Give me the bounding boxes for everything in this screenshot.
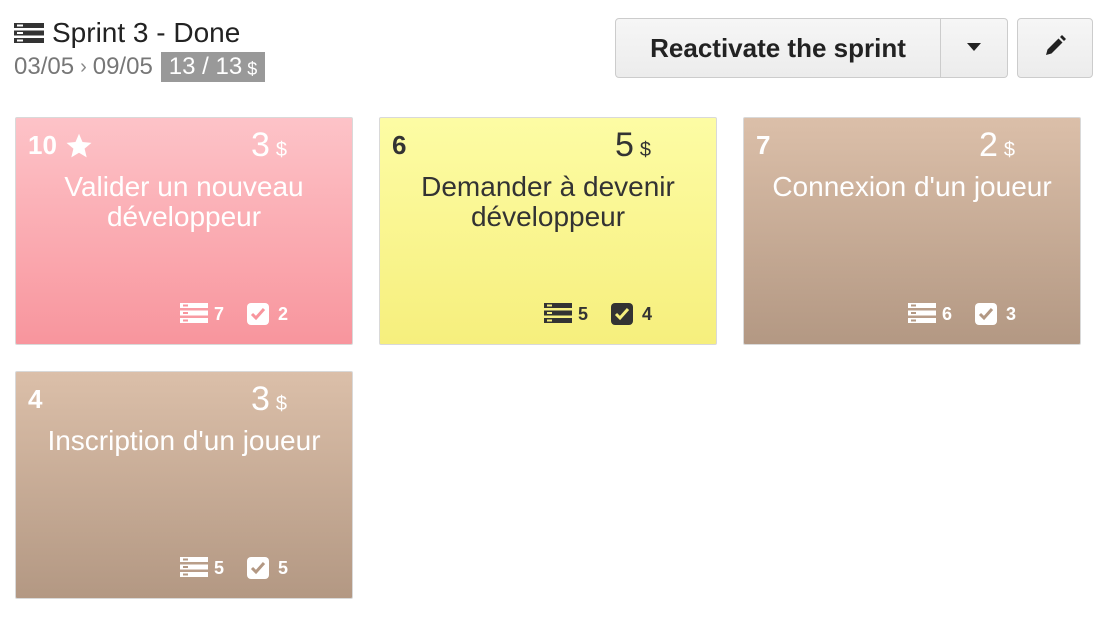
checkbox-icon	[610, 302, 634, 326]
story-points-currency: $	[639, 139, 652, 161]
story-points-currency: $	[275, 139, 288, 161]
checkbox-icon	[246, 302, 270, 326]
story-title: Inscription d'un joueur	[47, 425, 321, 456]
story-points-value: 5	[615, 126, 634, 164]
story-id-value: 7	[756, 130, 771, 160]
sprint-title: Sprint 3 - Done	[52, 17, 241, 48]
story-criteria-count: 3	[1006, 303, 1017, 324]
caret-down-icon	[966, 39, 982, 57]
sprint-end-date: 09/05	[92, 53, 153, 80]
story-criteria-count: 2	[278, 303, 289, 324]
story-id: 7	[756, 130, 770, 161]
story-id-value: 10	[28, 130, 57, 160]
story-points: 3 $	[251, 126, 287, 165]
story-title: Demander à devenir développeur	[421, 171, 675, 232]
story-footer: 5 5	[180, 556, 288, 580]
story-footer: 5 4	[544, 302, 652, 326]
sprint-title-row: Sprint 3 - Done	[14, 14, 265, 52]
list-icon	[544, 302, 572, 326]
sprint-budget: 13 / 13	[168, 53, 243, 80]
story-id: 10	[28, 130, 93, 161]
checkbox-icon	[246, 556, 270, 580]
sprint-budget-currency: $	[247, 59, 258, 79]
checkbox-icon	[974, 302, 998, 326]
story-points: 3 $	[251, 380, 287, 419]
story-card[interactable]: 10 3 $ Valider un nouveau développeur 7 …	[15, 117, 353, 345]
story-card[interactable]: 4 3 $ Inscription d'un joueur 5 5	[15, 371, 353, 599]
story-points: 5 $	[615, 126, 651, 165]
story-points: 2 $	[979, 126, 1015, 165]
story-card[interactable]: 7 2 $ Connexion d'un joueur 6 3	[743, 117, 1081, 345]
edit-sprint-button[interactable]	[1017, 18, 1093, 78]
sprint-actions: Reactivate the sprint	[615, 18, 1008, 78]
sprint-start-date: 03/05	[14, 53, 75, 80]
story-footer: 7 2	[180, 302, 288, 326]
story-id-value: 6	[392, 130, 407, 160]
sprint-budget-badge: 13 / 13 $	[160, 52, 266, 82]
chevron-right-icon: ›	[80, 55, 87, 78]
story-title: Connexion d'un joueur	[772, 171, 1052, 202]
pencil-icon	[1043, 34, 1067, 63]
story-criteria-count: 4	[642, 303, 653, 324]
story-title: Valider un nouveau développeur	[64, 171, 304, 232]
story-points-currency: $	[1003, 139, 1016, 161]
story-id: 6	[392, 130, 406, 161]
story-points-value: 3	[251, 380, 270, 418]
story-card[interactable]: 6 5 $ Demander à devenir développeur 5 4	[379, 117, 717, 345]
story-task-count: 5	[214, 557, 225, 578]
sprint-actions-dropdown-button[interactable]	[941, 18, 1008, 78]
story-points-value: 2	[979, 126, 998, 164]
story-points-value: 3	[251, 126, 270, 164]
story-footer: 6 3	[908, 302, 1016, 326]
story-id-value: 4	[28, 384, 43, 414]
story-points-currency: $	[275, 393, 288, 415]
story-id: 4	[28, 384, 42, 415]
list-icon	[14, 22, 44, 44]
list-icon	[908, 302, 936, 326]
sprint-dates: 03/05 › 09/05 13 / 13 $	[14, 52, 266, 82]
story-task-count: 6	[942, 303, 953, 324]
star-icon	[65, 132, 93, 160]
story-criteria-count: 5	[278, 557, 289, 578]
sprint-header: Sprint 3 - Done 03/05 › 09/05 13 / 13 $	[14, 14, 266, 82]
reactivate-sprint-button[interactable]: Reactivate the sprint	[615, 18, 941, 78]
list-icon	[180, 302, 208, 326]
list-icon	[180, 556, 208, 580]
story-task-count: 5	[578, 303, 589, 324]
story-task-count: 7	[214, 303, 225, 324]
